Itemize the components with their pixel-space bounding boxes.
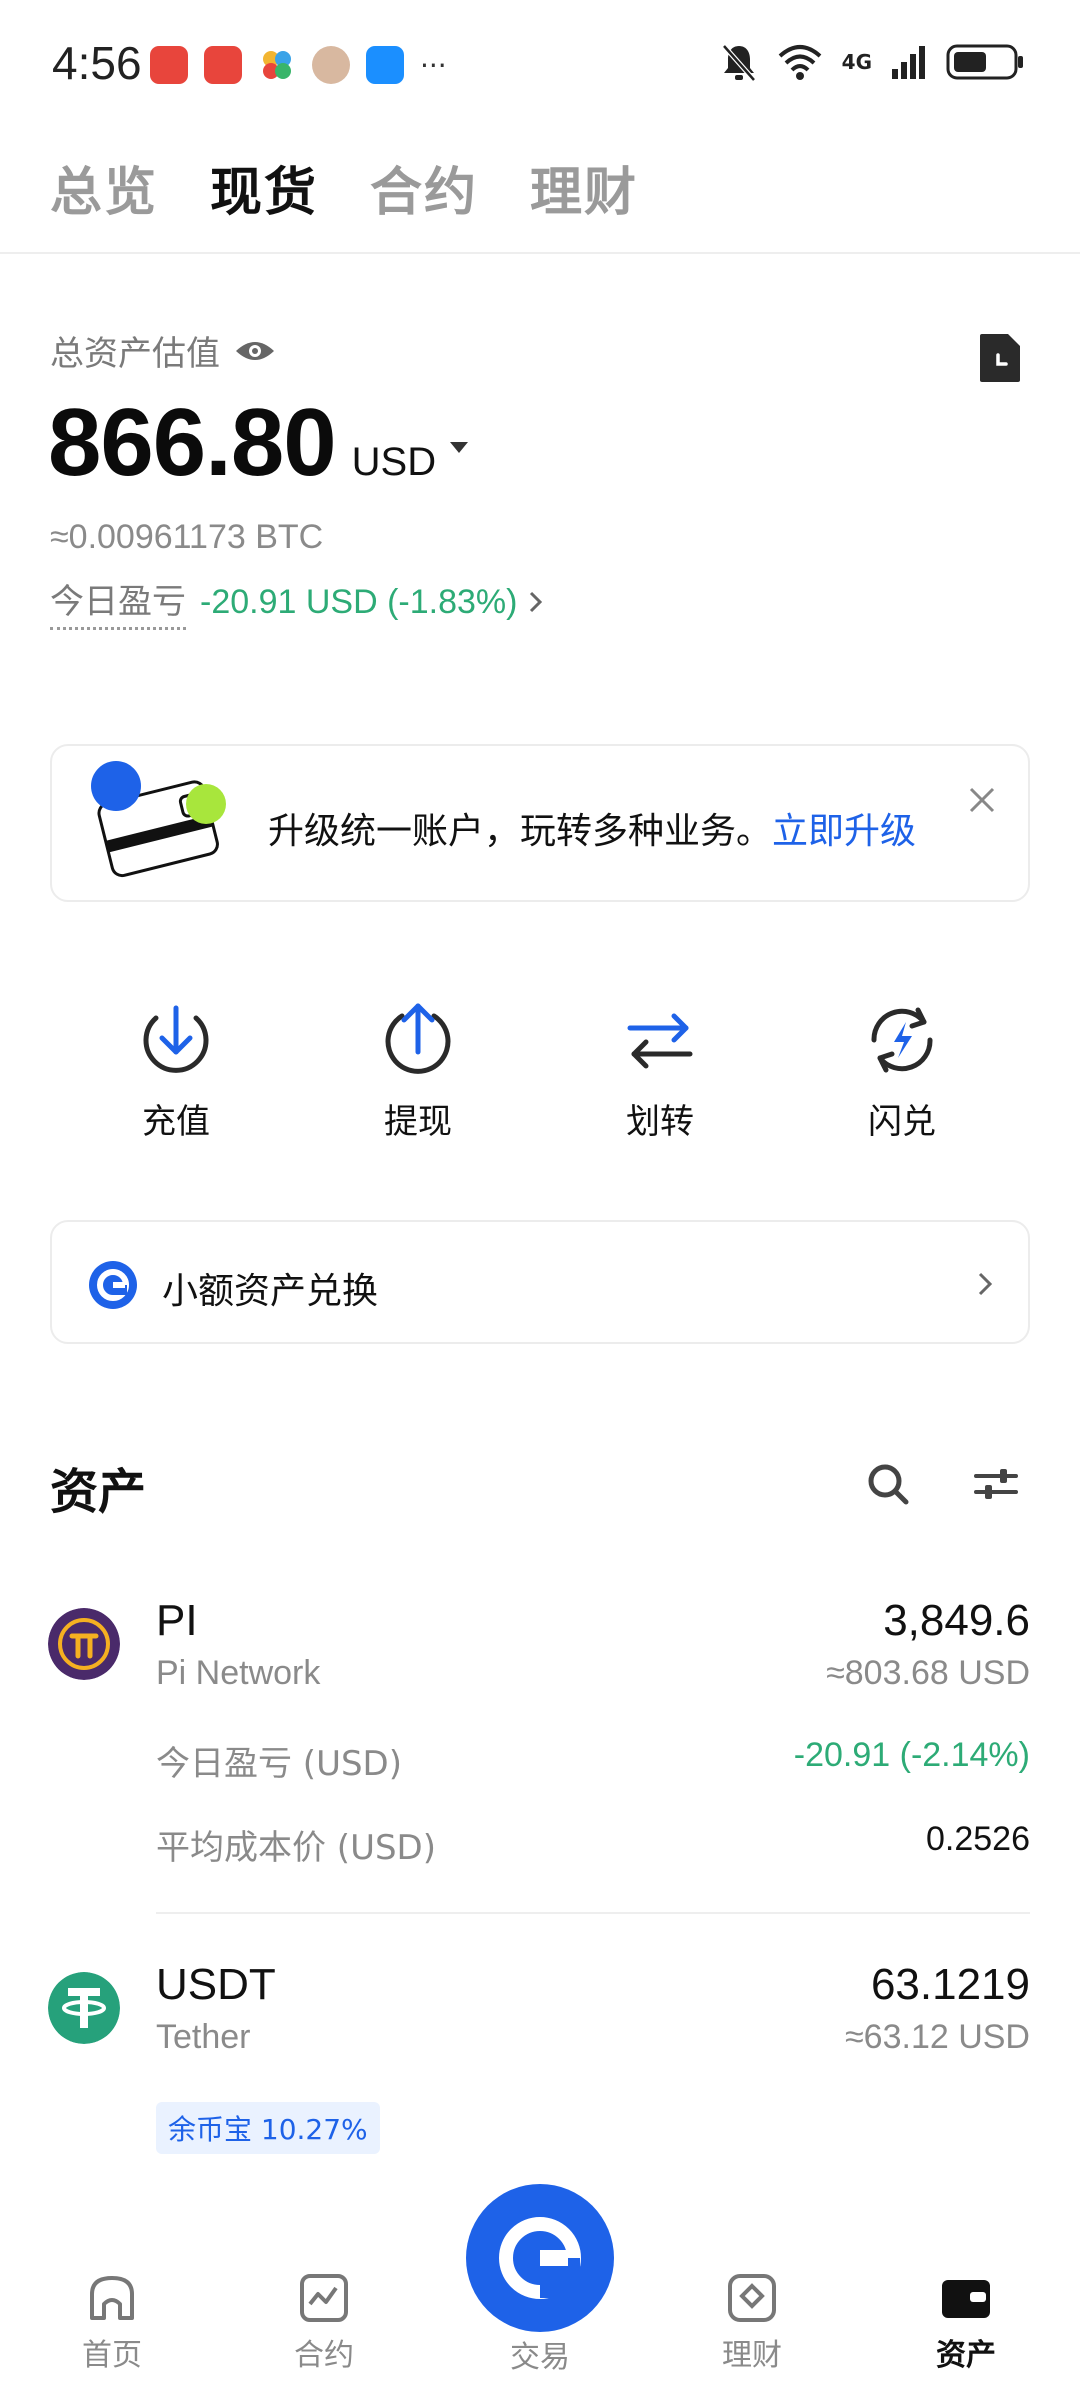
currency-selector[interactable]: USD (352, 440, 436, 485)
tab-futures[interactable]: 合约 (370, 150, 478, 225)
assets-title: 资产 (50, 1464, 147, 1520)
deposit-label: 充值 (142, 1102, 210, 1142)
today-pnl-label[interactable]: 今日盈亏 (50, 574, 186, 630)
notification-icons: ··· (150, 46, 447, 84)
wallet-illustration-icon (91, 761, 226, 878)
system-icons: 4G (720, 42, 1024, 82)
avg-cost-value: 0.2526 (926, 1820, 1030, 1858)
estimate-label: 总资产估值 (50, 334, 220, 374)
deposit-icon (143, 1005, 209, 1073)
app-icon-red (150, 46, 188, 84)
chevron-right-icon[interactable] (525, 587, 547, 617)
deposit-button[interactable]: 充值 (96, 1000, 256, 1143)
nav-trade-label[interactable]: 交易 (470, 2332, 610, 2376)
upgrade-banner[interactable]: 升级统一账户，玩转多种业务。立即升级 (50, 744, 1030, 902)
history-icon[interactable] (976, 332, 1024, 384)
eye-icon[interactable] (234, 337, 276, 365)
banner-text: 升级统一账户，玩转多种业务。立即升级 (268, 802, 916, 854)
filter-icon[interactable] (972, 1462, 1020, 1506)
withdraw-button[interactable]: 提现 (338, 1000, 498, 1143)
coin-usd-value: ≈63.12 USD (845, 2018, 1030, 2056)
nav-assets-label: 资产 (936, 2338, 996, 2373)
pi-coin-icon (48, 1608, 120, 1680)
huawei-store-icon (204, 46, 242, 84)
nav-home-label: 首页 (82, 2338, 142, 2373)
flash-swap-icon (871, 1007, 933, 1073)
status-bar: 4:56 ··· 4G (0, 0, 1080, 130)
tether-coin-icon (48, 1972, 120, 2044)
futures-icon (300, 2274, 348, 2322)
bell-muted-icon (721, 44, 756, 82)
row-divider (156, 1912, 1030, 1914)
btc-estimate: ≈0.00961173 BTC (50, 518, 324, 556)
withdraw-label: 提现 (384, 1102, 452, 1142)
coin-symbol: PI (156, 1596, 198, 1645)
estimate-label-row: 总资产估值 (50, 326, 276, 375)
withdraw-icon (385, 1003, 451, 1074)
top-tabs: 总览 现货 合约 理财 (50, 150, 638, 225)
nav-futures[interactable]: 合约 (254, 2272, 394, 2374)
flash-swap-label: 闪兑 (868, 1102, 936, 1142)
total-amount: 866.80 (48, 389, 337, 496)
coin-name: Tether (156, 2018, 251, 2056)
avatar-icon (312, 46, 350, 84)
today-pnl-row[interactable]: 今日盈亏 -20.91 USD (-1.83%) (50, 574, 547, 630)
pinwheel-icon (263, 51, 291, 79)
more-notifications: ··· (420, 48, 447, 82)
signal-icon (892, 46, 925, 79)
chevron-right-icon (978, 1272, 993, 1296)
transfer-button[interactable]: 划转 (580, 1000, 740, 1143)
message-icon (366, 46, 404, 84)
coin-amount: 63.1219 (870, 1960, 1030, 2009)
avg-cost-label: 平均成本价 (USD) (156, 1828, 436, 1868)
home-icon (90, 2276, 134, 2320)
search-icon[interactable] (866, 1462, 910, 1506)
nav-earn-label: 理财 (722, 2338, 782, 2373)
wallet-icon (942, 2280, 990, 2318)
transfer-label: 划转 (626, 1102, 694, 1142)
nav-assets[interactable]: 资产 (896, 2272, 1036, 2374)
close-icon[interactable] (966, 784, 998, 816)
coin-usd-value: ≈803.68 USD (826, 1654, 1030, 1692)
nav-home[interactable]: 首页 (42, 2272, 182, 2374)
battery-icon (946, 44, 1023, 80)
tab-overview[interactable]: 总览 (50, 150, 158, 225)
transfer-icon (627, 1013, 693, 1069)
small-asset-exchange[interactable]: 小额资产兑换 (50, 1220, 1030, 1344)
today-pnl-value: -20.91 USD (-1.83%) (200, 582, 518, 621)
trade-icon (499, 2217, 581, 2299)
exchange-logo-icon (89, 1261, 137, 1309)
wifi-icon (778, 45, 821, 80)
status-time: 4:56 (52, 37, 142, 89)
today-pnl-value: -20.91 (-2.14%) (793, 1736, 1030, 1774)
today-pnl-label: 今日盈亏 (USD) (156, 1744, 402, 1784)
caret-down-icon[interactable] (450, 441, 469, 453)
network-type: 4G (841, 50, 872, 74)
flash-swap-button[interactable]: 闪兑 (822, 1000, 982, 1143)
small-exchange-label: 小额资产兑换 (162, 1271, 379, 1312)
tab-earn[interactable]: 理财 (530, 150, 638, 225)
nav-futures-label: 合约 (294, 2338, 354, 2373)
nav-earn[interactable]: 理财 (682, 2272, 822, 2374)
earn-badge[interactable]: 余币宝 10.27% (156, 2102, 380, 2154)
earn-icon (728, 2274, 776, 2322)
upgrade-link[interactable]: 立即升级 (772, 811, 916, 852)
tab-spot[interactable]: 现货 (210, 150, 318, 225)
coin-name: Pi Network (156, 1654, 321, 1692)
coin-amount: 3,849.6 (883, 1596, 1030, 1645)
header-divider (0, 252, 1080, 254)
banner-message: 升级统一账户，玩转多种业务。 (268, 811, 773, 852)
coin-symbol: USDT (156, 1960, 276, 2009)
total-value-row: 866.80 USD (48, 388, 469, 498)
trade-button[interactable] (466, 2184, 614, 2332)
